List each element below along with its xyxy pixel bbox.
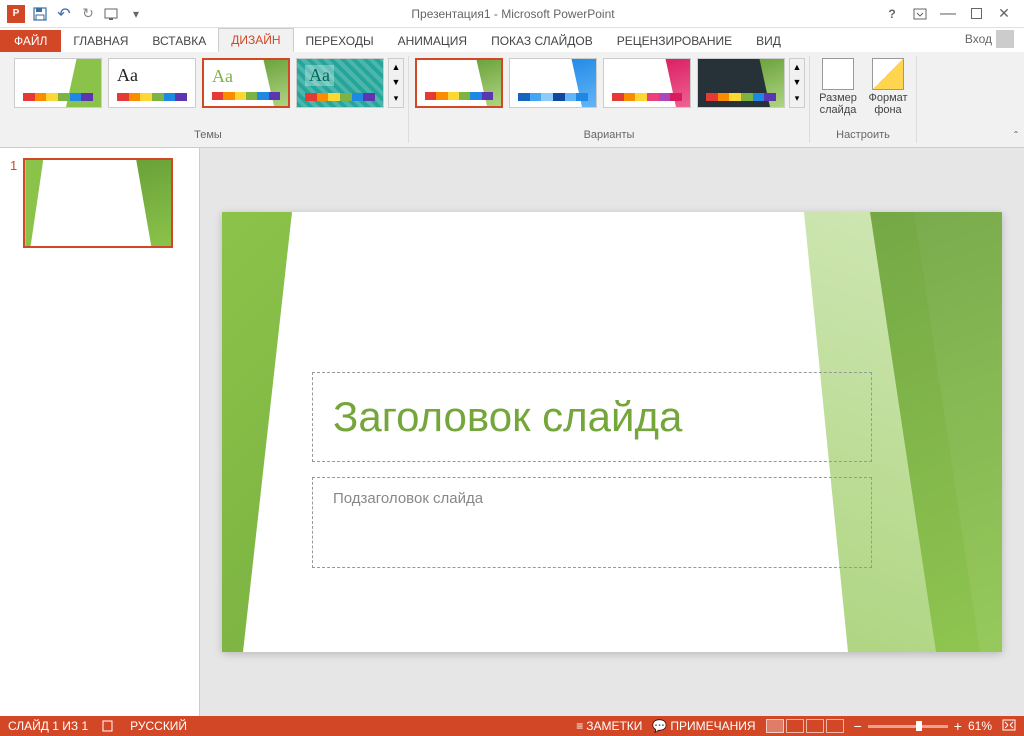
- redo-button[interactable]: ↻: [77, 3, 99, 25]
- slide-thumbnails-panel: 1: [0, 148, 200, 716]
- view-buttons: [766, 719, 844, 733]
- variants-gallery-more[interactable]: ▲▼▾: [789, 58, 805, 108]
- tab-transitions[interactable]: ПЕРЕХОДЫ: [294, 30, 386, 52]
- start-from-beginning-button[interactable]: [101, 3, 123, 25]
- comments-button[interactable]: 💬 ПРИМЕЧАНИЯ: [652, 719, 755, 733]
- slide-thumbnail-1[interactable]: 1: [10, 158, 189, 248]
- window-controls: ? — ✕: [878, 4, 1024, 24]
- reading-view-button[interactable]: [806, 719, 824, 733]
- tab-review[interactable]: РЕЦЕНЗИРОВАНИЕ: [605, 30, 744, 52]
- qat-more-button[interactable]: ▾: [125, 3, 147, 25]
- variant-option-2[interactable]: [509, 58, 597, 108]
- theme-option-1[interactable]: Aa: [14, 58, 102, 108]
- spell-check-button[interactable]: [102, 720, 116, 732]
- zoom-level[interactable]: 61%: [968, 719, 992, 733]
- slide-decoration-left: [222, 212, 292, 652]
- zoom-control: − + 61%: [854, 718, 992, 734]
- tab-design[interactable]: ДИЗАЙН: [218, 28, 293, 52]
- slide-size-label: Размер слайда: [819, 92, 857, 116]
- save-button[interactable]: [29, 3, 51, 25]
- format-bg-icon: [872, 58, 904, 90]
- ribbon: Aa Aa Aa Aa ▲▼▾ Темы: [0, 52, 1024, 148]
- subtitle-placeholder[interactable]: Подзаголовок слайда: [312, 477, 872, 568]
- normal-view-button[interactable]: [766, 719, 784, 733]
- tab-file[interactable]: ФАЙЛ: [0, 30, 61, 52]
- tab-insert[interactable]: ВСТАВКА: [140, 30, 218, 52]
- slide-number: 1: [10, 158, 17, 248]
- language-button[interactable]: РУССКИЙ: [130, 719, 187, 733]
- ribbon-options-button[interactable]: [908, 4, 932, 24]
- maximize-button[interactable]: [964, 4, 988, 24]
- slide-size-button[interactable]: Размер слайда: [814, 56, 862, 118]
- undo-button[interactable]: ↶: [53, 3, 75, 25]
- close-button[interactable]: ✕: [992, 4, 1016, 24]
- variant-option-3[interactable]: [603, 58, 691, 108]
- format-background-button[interactable]: Формат фона: [864, 56, 912, 118]
- sorter-view-button[interactable]: [786, 719, 804, 733]
- variant-option-1-selected[interactable]: [415, 58, 503, 108]
- slide-editor: Заголовок слайда Подзаголовок слайда: [200, 148, 1024, 716]
- app-icon[interactable]: P: [5, 3, 27, 25]
- fit-to-window-button[interactable]: [1002, 719, 1016, 734]
- work-area: 1 Заголовок слайда Подзаголовок слайда: [0, 148, 1024, 716]
- tab-home[interactable]: ГЛАВНАЯ: [61, 30, 140, 52]
- slide-subtitle-text: Подзаголовок слайда: [333, 490, 851, 507]
- variant-option-4[interactable]: [697, 58, 785, 108]
- group-themes: Aa Aa Aa Aa ▲▼▾ Темы: [8, 56, 409, 143]
- themes-gallery-more[interactable]: ▲▼▾: [388, 58, 404, 108]
- status-bar: СЛАЙД 1 ИЗ 1 РУССКИЙ ≡ ЗАМЕТКИ 💬 ПРИМЕЧА…: [0, 716, 1024, 736]
- tab-slideshow[interactable]: ПОКАЗ СЛАЙДОВ: [479, 30, 605, 52]
- window-title: Презентация1 - Microsoft PowerPoint: [148, 7, 878, 21]
- theme-option-4[interactable]: Aa: [296, 58, 384, 108]
- group-variants-label: Варианты: [413, 127, 805, 143]
- slide-size-icon: [822, 58, 854, 90]
- theme-option-2[interactable]: Aa: [108, 58, 196, 108]
- tab-view[interactable]: ВИД: [744, 30, 793, 52]
- slideshow-view-button[interactable]: [826, 719, 844, 733]
- tab-animation[interactable]: АНИМАЦИЯ: [386, 30, 479, 52]
- group-themes-label: Темы: [12, 127, 404, 143]
- slide-mini-preview: [23, 158, 173, 248]
- ribbon-tabs: ФАЙЛ ГЛАВНАЯ ВСТАВКА ДИЗАЙН ПЕРЕХОДЫ АНИ…: [0, 28, 1024, 52]
- avatar-icon: [996, 30, 1014, 48]
- notes-button[interactable]: ≡ ЗАМЕТКИ: [576, 719, 642, 733]
- slide-counter[interactable]: СЛАЙД 1 ИЗ 1: [8, 719, 88, 733]
- theme-option-3-selected[interactable]: Aa: [202, 58, 290, 108]
- slide-title-text: Заголовок слайда: [333, 393, 851, 441]
- minimize-button[interactable]: —: [936, 4, 960, 24]
- help-button[interactable]: ?: [880, 4, 904, 24]
- collapse-ribbon-button[interactable]: ˆ: [1014, 129, 1018, 143]
- group-configure: Размер слайда Формат фона Настроить: [810, 56, 917, 143]
- title-bar: P ↶ ↻ ▾ Презентация1 - Microsoft PowerPo…: [0, 0, 1024, 28]
- group-variants: ▲▼▾ Варианты: [409, 56, 810, 143]
- zoom-slider[interactable]: [868, 725, 948, 728]
- sign-in-label: Вход: [965, 32, 992, 46]
- sign-in[interactable]: Вход: [955, 26, 1024, 52]
- slide-canvas[interactable]: Заголовок слайда Подзаголовок слайда: [222, 212, 1002, 652]
- zoom-in-button[interactable]: +: [954, 718, 962, 734]
- group-configure-label: Настроить: [814, 127, 912, 143]
- title-placeholder[interactable]: Заголовок слайда: [312, 372, 872, 462]
- zoom-out-button[interactable]: −: [854, 718, 862, 734]
- format-bg-label: Формат фона: [868, 92, 907, 116]
- quick-access-toolbar: P ↶ ↻ ▾: [0, 3, 148, 25]
